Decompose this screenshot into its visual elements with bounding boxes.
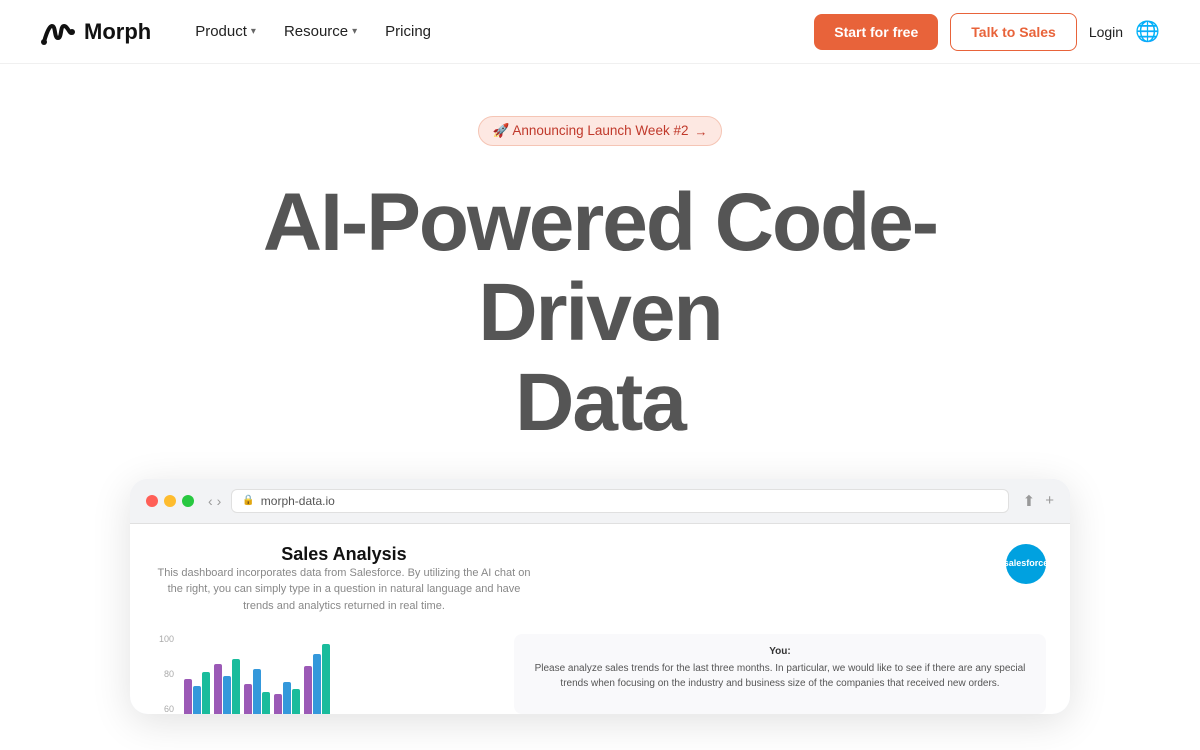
url-text: morph-data.io [261,494,335,508]
product-chevron-icon: ▾ [251,26,256,37]
chart-area: 100 80 60 [154,634,494,714]
browser-chrome: ‹ › 🔒 morph-data.io ⬆ + [130,479,1070,524]
logo-text: Morph [84,19,151,45]
bar-group-5 [304,644,330,714]
bar [292,689,300,714]
dashboard-description: This dashboard incorporates data from Sa… [154,565,534,615]
bar [322,644,330,714]
nav-pricing[interactable]: Pricing [373,17,443,46]
bar [253,669,261,714]
browser-mockup: ‹ › 🔒 morph-data.io ⬆ + Sales Analysis T… [130,479,1070,715]
traffic-lights [146,495,194,507]
close-button-icon [146,495,158,507]
navbar: Morph Product ▾ Resource ▾ Pricing Start… [0,0,1200,64]
bar [274,694,282,714]
dashboard-title: Sales Analysis [154,544,534,565]
bar [214,664,222,714]
bar [244,684,252,714]
nav-left: Morph Product ▾ Resource ▾ Pricing [40,17,443,46]
nav-links: Product ▾ Resource ▾ Pricing [183,17,443,46]
browser-nav-arrows: ‹ › [208,493,221,509]
browser-toolbar: ⬆ + [1023,492,1054,510]
chat-area: You: Please analyze sales trends for the… [514,634,1046,714]
chat-label: You: [526,646,1034,657]
bar [262,692,270,714]
bar [202,672,210,714]
logo-icon [40,18,76,46]
language-globe-icon[interactable]: 🌐 [1135,19,1160,44]
share-icon[interactable]: ⬆ [1023,492,1036,510]
nav-right: Start for free Talk to Sales Login 🌐 [814,13,1160,51]
bar-group-4 [274,682,300,714]
back-arrow-icon[interactable]: ‹ [208,493,213,509]
dashboard-body: 100 80 60 [154,634,1046,714]
browser-content: Sales Analysis This dashboard incorporat… [130,524,1070,715]
resource-chevron-icon: ▾ [352,26,357,37]
bar-group-1 [184,672,210,714]
forward-arrow-icon[interactable]: › [217,493,222,509]
chart-bars [184,634,330,714]
bar [223,676,231,714]
bar [184,679,192,714]
dashboard-title-area: Sales Analysis This dashboard incorporat… [154,544,534,629]
talk-to-sales-button[interactable]: Talk to Sales [950,13,1077,51]
minimize-button-icon [164,495,176,507]
dashboard-header: Sales Analysis This dashboard incorporat… [154,544,1046,629]
bar [313,654,321,714]
logo[interactable]: Morph [40,18,151,46]
announcement-arrow: → [694,124,707,139]
maximize-button-icon [182,495,194,507]
y-axis: 100 80 60 [154,634,178,714]
login-button[interactable]: Login [1089,24,1123,40]
bar [283,682,291,714]
add-tab-icon[interactable]: + [1045,492,1054,510]
salesforce-label: salesforce [1004,558,1049,569]
announcement-text: 🚀 Announcing Launch Week #2 [493,123,689,139]
chat-text: Please analyze sales trends for the last… [526,661,1034,691]
bar-group-2 [214,659,240,714]
start-for-free-button[interactable]: Start for free [814,14,938,50]
nav-product[interactable]: Product ▾ [183,17,268,46]
hero-section: 🚀 Announcing Launch Week #2 → AI-Powered… [0,64,1200,734]
announcement-badge[interactable]: 🚀 Announcing Launch Week #2 → [478,116,723,146]
salesforce-badge: salesforce [1006,544,1046,584]
bar-group-3 [244,669,270,714]
nav-resource[interactable]: Resource ▾ [272,17,369,46]
hero-title-line1: AI-Powered Code-Driven [263,177,937,358]
hero-title: AI-Powered Code-Driven Data [210,178,990,449]
bar [193,686,201,714]
hero-title-line2: Data [515,357,685,448]
bar [304,666,312,714]
url-bar[interactable]: 🔒 morph-data.io [231,489,1008,513]
bar [232,659,240,714]
lock-icon: 🔒 [242,495,254,506]
